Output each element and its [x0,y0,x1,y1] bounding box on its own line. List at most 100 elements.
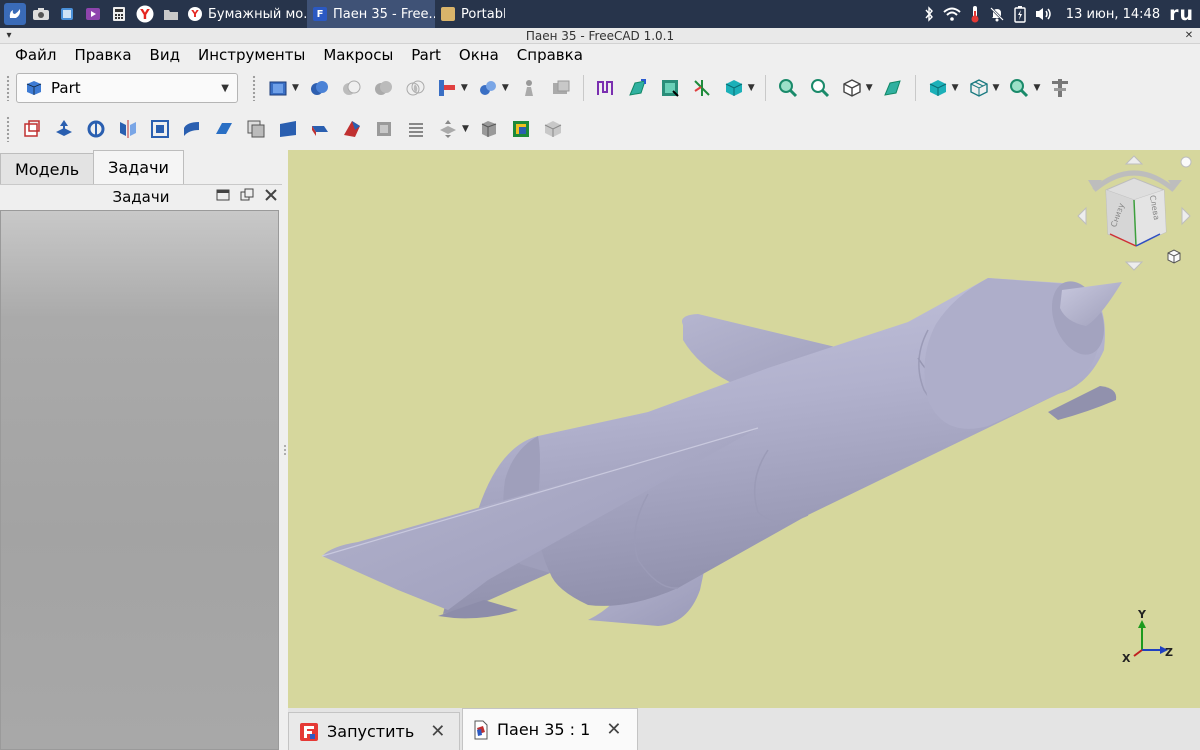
system-taskbar: Y Y Бумажный мо... F Паен 35 - Free... P… [0,0,1200,28]
chamfer-icon[interactable] [180,117,204,141]
toolbar-grip[interactable] [6,75,10,101]
wireframe-icon[interactable] [967,76,991,100]
toolbar-separator [914,75,916,101]
task-browser[interactable]: Y Бумажный мо... [182,0,307,28]
solid-icon[interactable] [722,76,746,100]
chevron-down-icon[interactable]: ▼ [461,83,468,93]
cross-sections-icon[interactable] [372,117,396,141]
section-icon[interactable] [690,76,714,100]
view-cube-icon[interactable] [926,76,950,100]
media-player-icon[interactable] [82,3,104,25]
tab-start-page[interactable]: Запустить ✕ [288,712,460,750]
color-per-face-icon[interactable] [509,117,533,141]
caliper-icon[interactable] [1048,76,1072,100]
yandex-icon: Y [188,7,202,21]
toolbar-grip[interactable] [252,75,256,101]
attachment-icon[interactable] [626,76,650,100]
menu-macros[interactable]: Макросы [314,44,402,66]
task-folder[interactable]: Portabl [435,0,505,28]
join-features-icon[interactable] [435,76,459,100]
3d-viewport[interactable]: Снизу Слева Y Z X [288,150,1200,708]
sketch-icon[interactable] [594,76,618,100]
close-tab-icon[interactable]: ✕ [606,719,621,740]
zoom-icon[interactable] [1007,76,1031,100]
yandex-browser-icon[interactable]: Y [134,3,156,25]
menu-windows[interactable]: Окна [450,44,508,66]
chevron-down-icon[interactable]: ▼ [292,83,299,93]
toolbar-grip[interactable] [6,116,10,142]
temperature-icon[interactable] [970,5,980,23]
window-title: Паен 35 - FreeCAD 1.0.1 [525,29,675,43]
make-face-icon[interactable] [212,117,236,141]
navigation-cube[interactable]: Снизу Слева [1077,155,1192,271]
extrude-icon[interactable] [658,76,682,100]
menu-file[interactable]: Файл [6,44,65,66]
sweep-icon[interactable] [308,117,332,141]
chevron-down-icon[interactable]: ▼ [952,83,959,93]
close-icon[interactable] [264,188,278,206]
extrude-part-icon[interactable] [52,117,76,141]
compound-icon[interactable] [517,76,541,100]
clock[interactable]: 13 июн, 14:48 [1066,7,1160,22]
keyboard-layout[interactable]: ru [1169,3,1194,25]
battery-icon[interactable] [1014,5,1026,23]
menu-part[interactable]: Part [402,44,450,66]
app-menu-icon[interactable] [4,3,26,25]
check-geometry-icon[interactable] [549,76,573,100]
task-freecad[interactable]: F Паен 35 - Free... [307,0,435,28]
calculator-icon[interactable] [108,3,130,25]
home-folder-icon[interactable] [160,3,182,25]
float-icon[interactable] [240,188,254,206]
box-selection-icon[interactable] [541,117,565,141]
section-cut-icon[interactable] [340,117,364,141]
zoom-in-icon[interactable] [776,76,800,100]
rocket-model[interactable]: Снизу Слева Y Z X [288,150,1200,708]
boolean-icon[interactable] [307,76,331,100]
chevron-down-icon[interactable]: ▼ [993,83,1000,93]
menu-edit[interactable]: Правка [65,44,140,66]
loft-icon[interactable] [276,117,300,141]
tab-model[interactable]: Модель [0,153,95,184]
common-icon[interactable] [403,76,427,100]
menu-help[interactable]: Справка [508,44,592,66]
chevron-down-icon[interactable]: ▼ [748,83,755,93]
menu-view[interactable]: Вид [141,44,189,66]
thickness-icon[interactable] [436,117,460,141]
window-close-icon[interactable]: ✕ [1184,31,1194,41]
tab-label: Запустить [327,722,415,741]
chevron-down-icon[interactable]: ▼ [1033,83,1040,93]
task-label: Паен 35 - Free... [333,6,435,22]
fuse-icon[interactable] [371,76,395,100]
minimize-icon[interactable] [216,188,230,206]
revolve-icon[interactable] [84,117,108,141]
close-tab-icon[interactable]: ✕ [430,721,445,742]
task-panel-area[interactable] [0,210,279,750]
ruled-surface-icon[interactable] [244,117,268,141]
file-manager-icon[interactable] [56,3,78,25]
cut-icon[interactable] [339,76,363,100]
projection-icon[interactable] [477,117,501,141]
wifi-icon[interactable] [943,7,961,21]
primitives-icon[interactable] [266,76,290,100]
workbench-selector[interactable]: Part ▼ [16,73,238,103]
fillet-icon[interactable] [148,117,172,141]
offset-icon[interactable] [404,117,428,141]
shape-builder-icon[interactable] [20,117,44,141]
split-icon[interactable] [476,76,500,100]
notifications-off-icon[interactable] [989,6,1005,22]
chevron-down-icon[interactable]: ▼ [462,124,469,134]
nav-left-arrow-icon [1077,206,1087,226]
menu-tools[interactable]: Инструменты [189,44,314,66]
tab-document[interactable]: Паен 35 : 1 ✕ [462,708,638,750]
mirror-icon[interactable] [116,117,140,141]
bluetooth-icon[interactable] [924,6,934,22]
tab-tasks[interactable]: Задачи [93,150,184,184]
measure-icon[interactable] [881,76,905,100]
volume-icon[interactable] [1035,6,1053,22]
window-menu-icon[interactable]: ▾ [4,31,14,41]
chevron-down-icon[interactable]: ▼ [866,83,873,93]
chevron-down-icon[interactable]: ▼ [502,83,509,93]
axonometric-view-icon[interactable] [840,76,864,100]
fit-all-icon[interactable] [808,76,832,100]
screenshot-icon[interactable] [30,3,52,25]
